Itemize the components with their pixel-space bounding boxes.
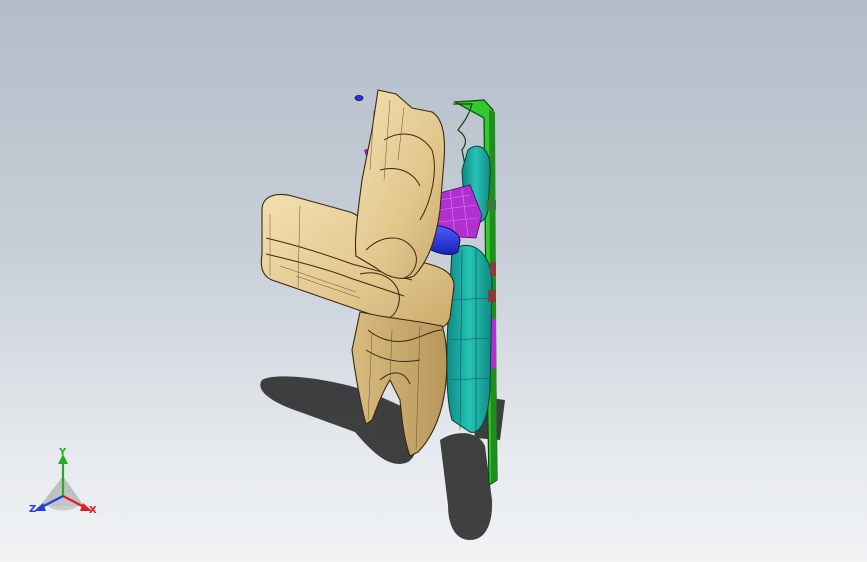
z-axis-label: Z [29,504,37,515]
small-floating-part[interactable] [354,95,364,102]
cyan-body-lower[interactable] [446,244,493,433]
axis-triad[interactable]: Y Z X [26,448,106,523]
cad-viewport[interactable]: Y Z X [0,0,867,562]
x-axis-label: X [89,505,97,516]
y-axis-label: Y [59,447,67,458]
cad-model[interactable] [0,0,867,562]
